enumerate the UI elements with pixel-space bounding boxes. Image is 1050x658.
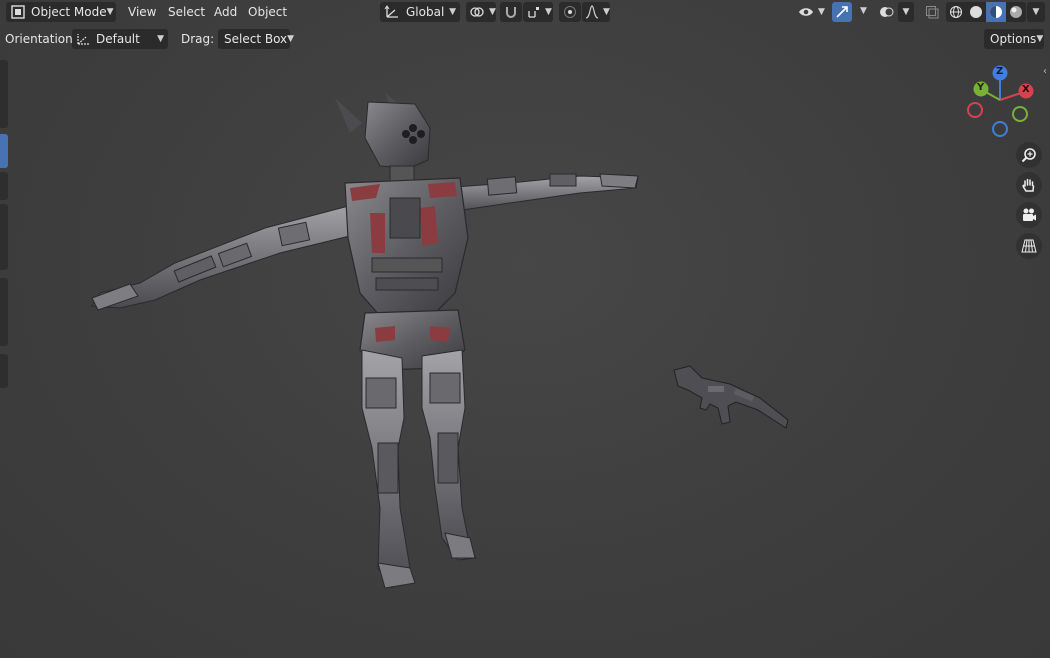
- transform-orientation-label: Global: [406, 5, 445, 19]
- mode-label: Object Mode: [31, 5, 107, 19]
- pivot-icon: [469, 5, 485, 19]
- gizmo-arrow-icon: [835, 5, 849, 19]
- snap-toggle[interactable]: [500, 2, 522, 22]
- chevron-down-icon: ▼: [818, 7, 825, 17]
- mode-selector[interactable]: Object Mode ▼: [6, 2, 116, 22]
- toolshelf-segment[interactable]: [0, 172, 8, 200]
- overlays-dropdown[interactable]: ▼: [898, 2, 914, 22]
- orientation-dropdown[interactable]: Default ▼: [72, 29, 168, 49]
- shading-mode-group: [946, 2, 1026, 22]
- eye-icon: [798, 5, 814, 19]
- pivot-point-dropdown[interactable]: ▼: [466, 2, 496, 22]
- 3d-viewport[interactable]: Object Mode ▼ View Select Add Object Glo…: [0, 0, 1050, 658]
- shading-options-dropdown[interactable]: ▼: [1027, 2, 1045, 22]
- rifle-model[interactable]: [670, 362, 794, 436]
- zoom-button[interactable]: [1016, 142, 1042, 168]
- tool-settings-bar: Orientation: Default ▼ Drag: Select Box …: [0, 26, 1050, 52]
- orientation-value: Default: [96, 32, 140, 46]
- material-preview-icon[interactable]: [986, 2, 1006, 22]
- menu-select[interactable]: Select: [168, 4, 205, 20]
- chevron-down-icon: ▼: [902, 7, 910, 17]
- menu-object[interactable]: Object: [248, 4, 287, 20]
- chevron-down-icon: ▼: [545, 7, 552, 17]
- chevron-down-icon: ▼: [449, 7, 456, 17]
- hand-pan-icon: [1021, 177, 1037, 193]
- toolshelf-segment[interactable]: [0, 278, 8, 346]
- transform-orientation-dropdown[interactable]: Global ▼: [380, 2, 460, 22]
- xray-toggle[interactable]: [922, 2, 942, 22]
- navigation-gizmo[interactable]: Z X Y: [962, 64, 1038, 138]
- transform-orientation-icon: [384, 5, 400, 19]
- toolshelf-segment[interactable]: [0, 354, 8, 388]
- camera-icon: [1021, 207, 1037, 223]
- zoom-icon: [1021, 147, 1037, 163]
- sidebar-toggle-arrow-icon[interactable]: ‹: [1043, 66, 1047, 77]
- viewport-header: Object Mode ▼ View Select Add Object Glo…: [0, 0, 1050, 24]
- snap-increment-icon: [527, 5, 541, 19]
- chevron-down-icon: ▼: [489, 7, 496, 17]
- overlays-toggle[interactable]: [876, 2, 898, 22]
- gizmo-z-label: Z: [996, 66, 1004, 77]
- gizmo-toggle[interactable]: [832, 2, 852, 22]
- camera-view-button[interactable]: [1016, 202, 1042, 228]
- chevron-down-icon: ▼: [1032, 7, 1040, 17]
- options-dropdown[interactable]: Options ▼: [984, 29, 1044, 49]
- robot-character-model[interactable]: [80, 88, 650, 593]
- drag-dropdown[interactable]: Select Box ▼: [218, 29, 294, 49]
- toolshelf-segment[interactable]: [0, 204, 8, 270]
- magnet-icon: [504, 5, 518, 19]
- drag-value: Select Box: [224, 32, 288, 46]
- object-mode-icon: [11, 5, 25, 19]
- snap-target-dropdown[interactable]: ▼: [523, 2, 553, 22]
- chevron-down-icon: ▼: [106, 7, 114, 17]
- chevron-down-icon: ▼: [1036, 34, 1044, 44]
- perspective-toggle-button[interactable]: [1016, 233, 1042, 259]
- orientation-axes-icon: [75, 32, 91, 46]
- chevron-down-icon: ▼: [157, 34, 164, 44]
- toolshelf-segment[interactable]: [0, 60, 8, 128]
- drag-label: Drag:: [181, 32, 215, 46]
- proportional-editing-toggle[interactable]: [559, 2, 581, 22]
- orientation-label: Orientation:: [5, 32, 77, 46]
- options-label: Options: [990, 32, 1037, 46]
- toolshelf-active-tool[interactable]: [0, 134, 8, 168]
- proportional-edit-icon: [563, 5, 577, 19]
- solid-shading-icon[interactable]: [966, 2, 986, 22]
- chevron-down-icon: ▼: [287, 34, 295, 44]
- gizmo-y-label: Y: [977, 82, 985, 93]
- rendered-shading-icon[interactable]: [1006, 2, 1026, 22]
- falloff-curve-icon: [585, 5, 599, 19]
- menu-add[interactable]: Add: [214, 4, 237, 20]
- overlay-circles-icon: [879, 5, 895, 19]
- xray-icon: [925, 5, 939, 19]
- chevron-down-icon: ▼: [603, 7, 610, 17]
- perspective-grid-icon: [1021, 238, 1037, 254]
- proportional-falloff-dropdown[interactable]: ▼: [582, 2, 610, 22]
- menu-view[interactable]: View: [128, 4, 156, 20]
- chevron-down-icon[interactable]: ▼: [860, 6, 867, 16]
- gizmo-x-label: X: [1022, 84, 1030, 95]
- visibility-dropdown[interactable]: ▼: [796, 2, 826, 22]
- pan-button[interactable]: [1016, 172, 1042, 198]
- wireframe-shading-icon[interactable]: [946, 2, 966, 22]
